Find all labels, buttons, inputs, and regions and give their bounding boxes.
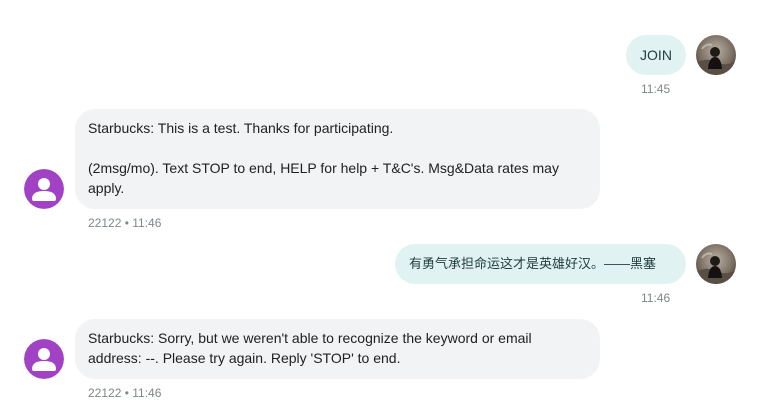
user-photo-avatar[interactable] xyxy=(696,35,736,75)
outgoing-message-bubble[interactable]: JOIN xyxy=(626,35,686,75)
outgoing-message-bubble[interactable]: 有勇气承担命运这才是英雄好汉。——黑塞 xyxy=(395,244,686,284)
person-icon[interactable] xyxy=(24,169,64,209)
message-text: 有勇气承担命运这才是英雄好汉。——黑塞 xyxy=(409,256,657,271)
message-text-line: Starbucks: This is a test. Thanks for pa… xyxy=(88,120,394,136)
message-sender-timestamp: 22122 • 11:46 xyxy=(88,386,162,400)
message-timestamp: 11:46 xyxy=(641,291,671,305)
message-thread: JOIN 11:45 Starbucks: This is a test. Th… xyxy=(0,0,766,409)
message-timestamp: 11:45 xyxy=(641,82,671,96)
incoming-message-bubble[interactable]: Starbucks: Sorry, but we weren't able to… xyxy=(75,319,600,379)
incoming-message-bubble[interactable]: Starbucks: This is a test. Thanks for pa… xyxy=(75,109,600,209)
message-text: Starbucks: Sorry, but we weren't able to… xyxy=(88,330,536,366)
message-sender-timestamp: 22122 • 11:46 xyxy=(88,216,162,230)
message-text-line: (2msg/mo). Text STOP to end, HELP for he… xyxy=(88,160,563,196)
person-icon[interactable] xyxy=(24,339,64,379)
message-text: JOIN xyxy=(640,47,672,63)
user-photo-avatar[interactable] xyxy=(696,244,736,284)
message-spacer xyxy=(88,138,587,158)
